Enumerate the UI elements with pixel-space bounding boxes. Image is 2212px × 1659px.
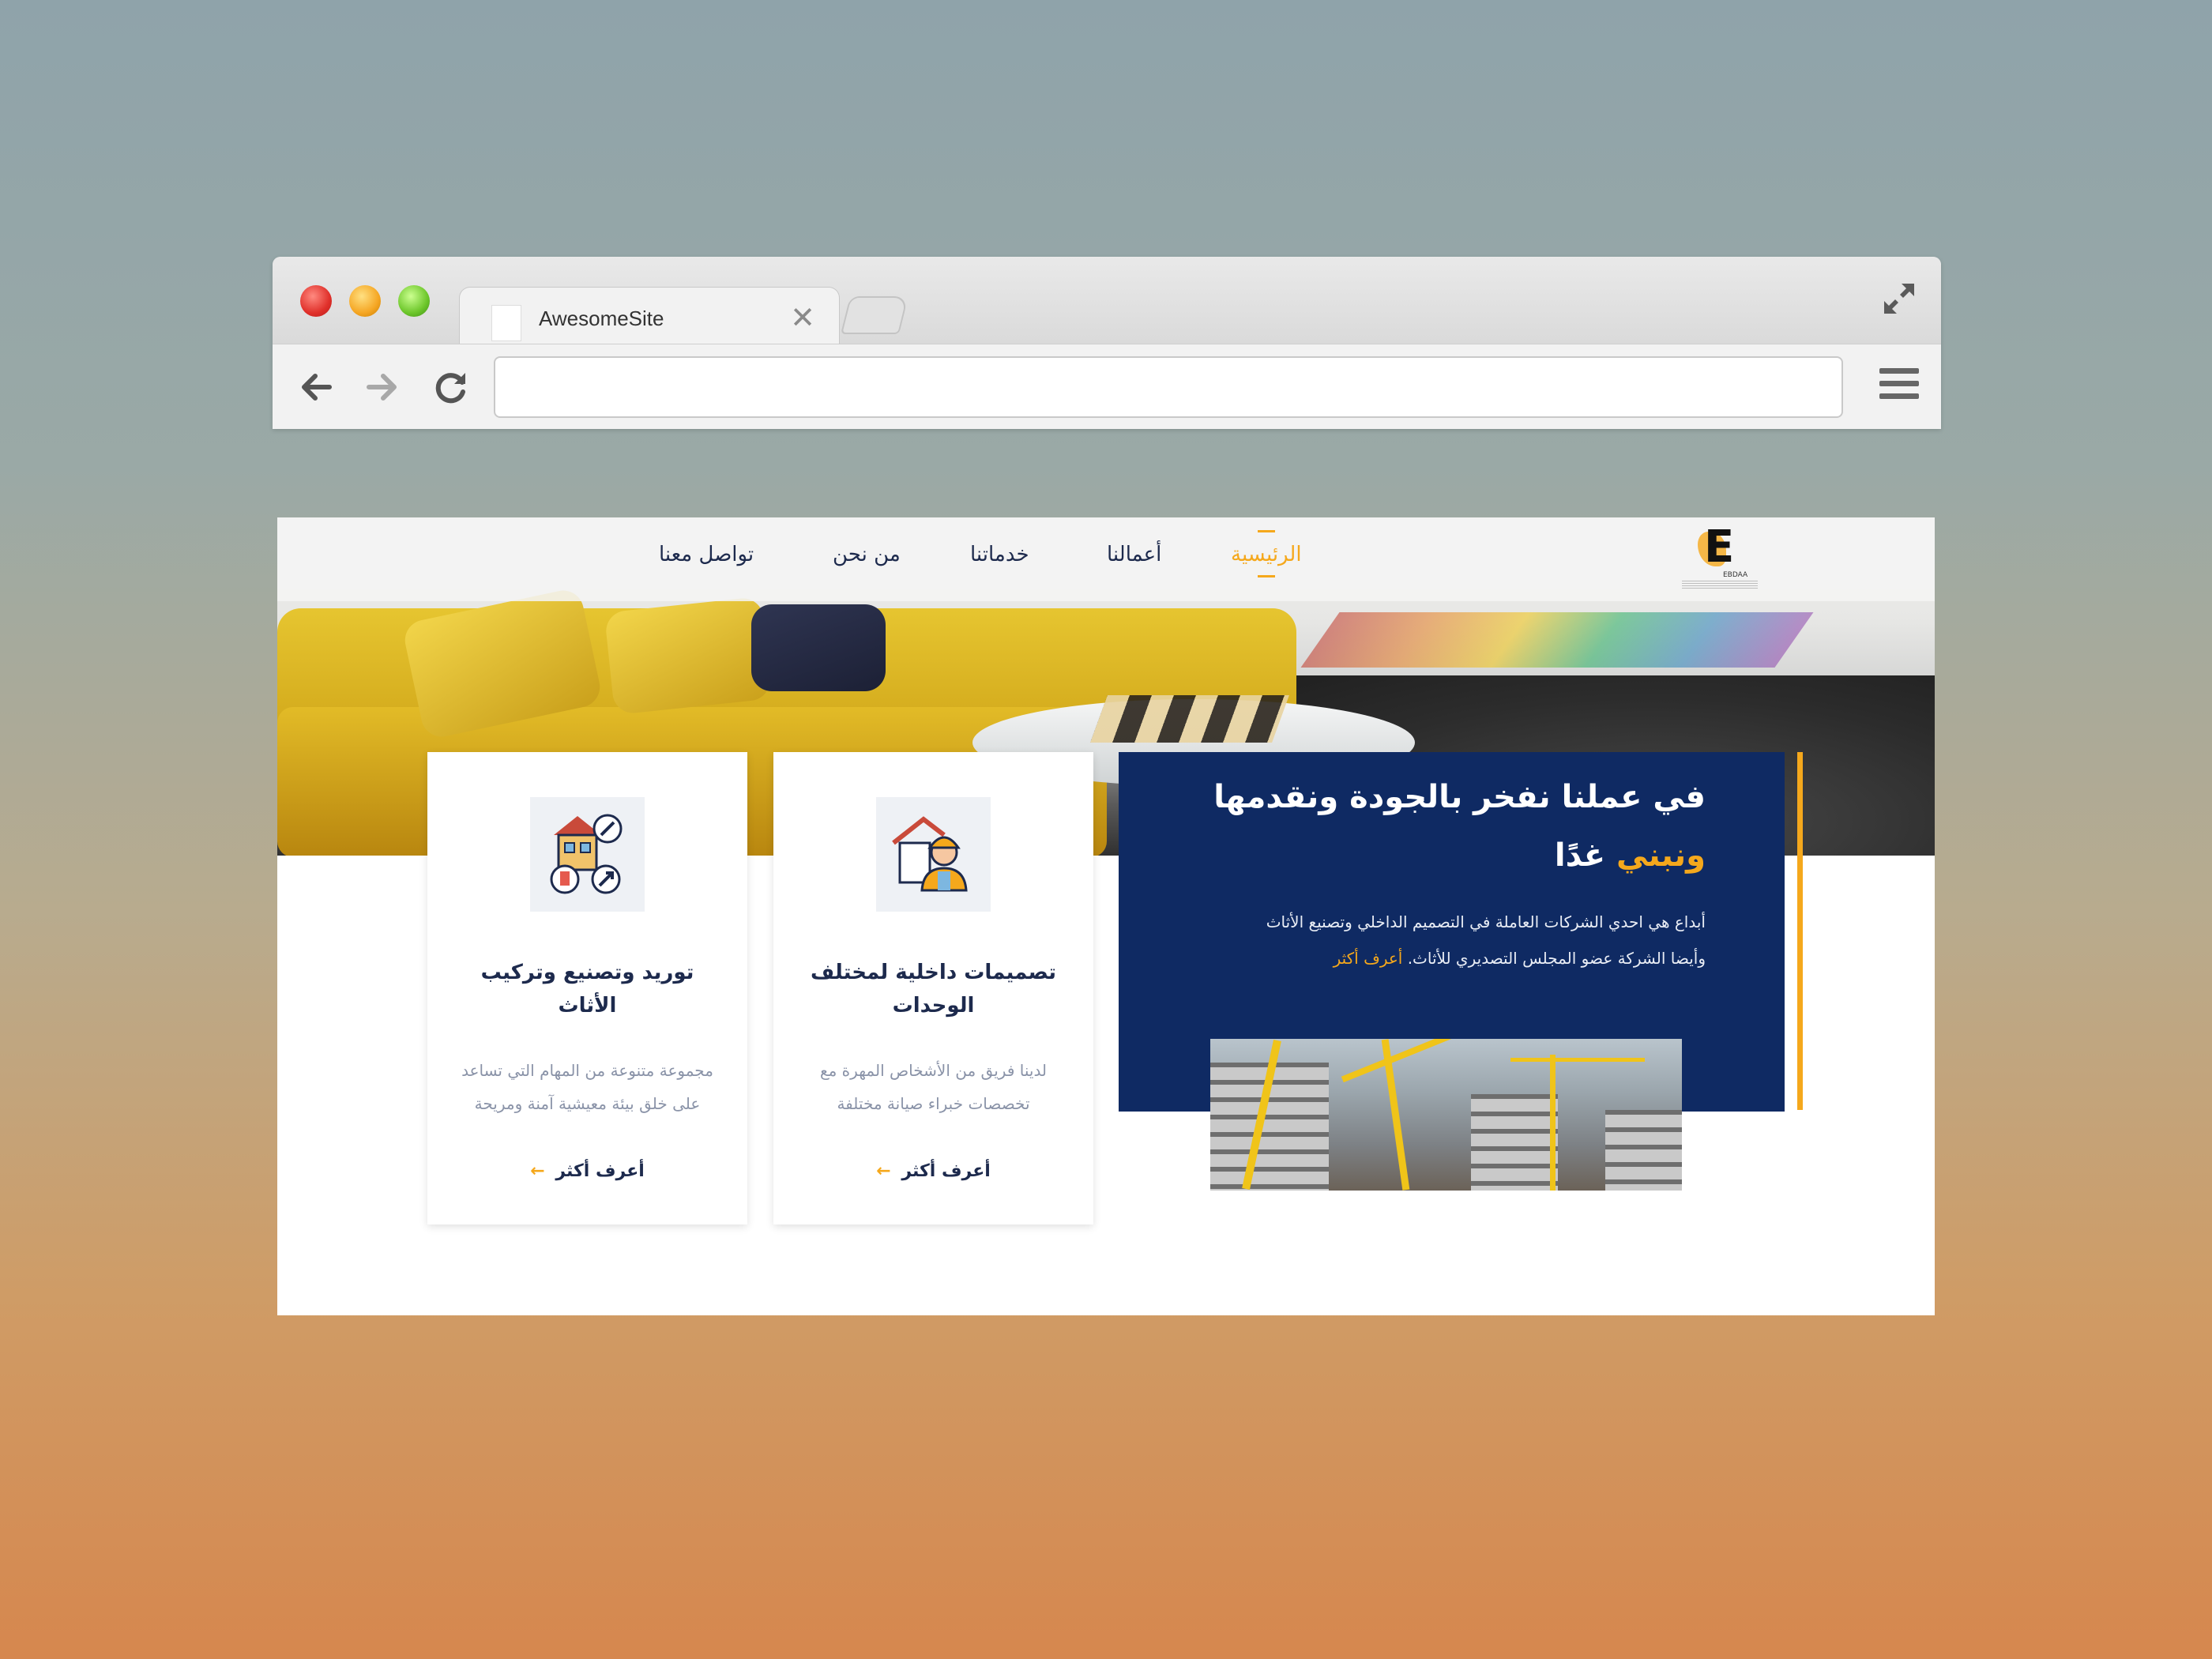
address-bar[interactable]	[494, 356, 1843, 418]
building	[1605, 1110, 1682, 1191]
title-bar: AwesomeSite ✕	[273, 257, 1941, 346]
site-logo[interactable]: E EBDAA	[1676, 525, 1762, 592]
heading-line-1: في عملنا نفخر بالجودة ونقدمها	[1213, 779, 1706, 815]
service-card-furniture: توريد وتصنيع وتركيب الأثاث مجموعة متنوعة…	[427, 752, 747, 1224]
browser-toolbar	[273, 344, 1941, 429]
arrow-left-icon: ←	[530, 1161, 545, 1181]
card-description: مجموعة متنوعة من المهام التي تساعد على خ…	[461, 1061, 713, 1113]
card-title: تصميمات داخلية لمختلف الوحدات	[811, 961, 1056, 1018]
heading-highlight: ونبني	[1616, 837, 1706, 874]
nav-works[interactable]: أعمالنا	[1107, 543, 1161, 566]
page-icon	[491, 305, 521, 341]
learn-more-label: أعرف أكثر	[901, 1161, 991, 1181]
card-description: لدينا فريق من الأشخاص المهرة مع تخصصات خ…	[819, 1061, 1048, 1113]
minimize-window-button[interactable]	[349, 285, 381, 317]
heading-line-2: غدًا	[1554, 837, 1606, 874]
nav-about[interactable]: من نحن	[833, 543, 901, 566]
back-arrow-icon[interactable]	[295, 367, 336, 408]
cushion	[751, 604, 886, 691]
maximize-window-button[interactable]	[398, 285, 430, 317]
arrow-left-icon: ←	[876, 1161, 891, 1181]
crane	[1510, 1058, 1645, 1062]
cushion	[604, 596, 773, 716]
learn-more-link[interactable]: أعرف أكثر ←	[773, 1161, 1093, 1181]
logo-name: EBDAA	[1723, 571, 1748, 579]
feature-text: أبداع هي احدي الشركات العاملة في التصميم…	[1266, 912, 1706, 968]
browser-tab[interactable]: AwesomeSite ✕	[459, 287, 840, 346]
crane	[1341, 1039, 1491, 1083]
reload-icon[interactable]	[431, 367, 472, 408]
crane	[1550, 1055, 1556, 1191]
furniture-tools-icon	[530, 797, 645, 912]
worker-house-icon	[876, 797, 991, 912]
learn-more-label: أعرف أكثر	[555, 1161, 645, 1181]
site-navbar: تواصل معنا من نحن خدماتنا أعمالنا الرئيس…	[277, 517, 1935, 601]
card-title: توريد وتصنيع وتركيب الأثاث	[480, 961, 694, 1018]
construction-image	[1210, 1039, 1682, 1191]
web-page: تواصل معنا من نحن خدماتنا أعمالنا الرئيس…	[277, 517, 1935, 1315]
nav-contact[interactable]: تواصل معنا	[659, 543, 754, 566]
hamburger-menu-icon[interactable]	[1879, 368, 1919, 404]
forward-arrow-icon[interactable]	[363, 367, 404, 408]
nav-home[interactable]: الرئيسية	[1231, 543, 1302, 566]
close-window-button[interactable]	[300, 285, 332, 317]
accent-bar	[1797, 752, 1803, 1110]
learn-more-link[interactable]: أعرف أكثر ←	[427, 1161, 747, 1181]
browser-window: AwesomeSite ✕	[273, 257, 1941, 429]
crane	[1381, 1039, 1410, 1191]
nav-services[interactable]: خدماتنا	[970, 543, 1029, 566]
colorful-rug	[1300, 612, 1814, 668]
service-card-interior: تصميمات داخلية لمختلف الوحدات لدينا فريق…	[773, 752, 1093, 1224]
logo-letter: E	[1704, 521, 1735, 573]
feature-learn-more-link[interactable]: أعرف أكثر	[1334, 949, 1403, 968]
close-tab-icon[interactable]: ✕	[790, 300, 815, 335]
fullscreen-icon[interactable]	[1879, 279, 1919, 318]
tab-title: AwesomeSite	[539, 307, 664, 330]
chess-board	[1090, 695, 1289, 743]
feature-heading: في عملنا نفخر بالجودة ونقدمها ونبني غدًا	[1153, 768, 1706, 885]
feature-description: أبداع هي احدي الشركات العاملة في التصميم…	[1263, 904, 1706, 976]
building	[1471, 1094, 1558, 1191]
new-tab-button[interactable]	[841, 296, 908, 334]
logo-tagline	[1682, 581, 1758, 589]
